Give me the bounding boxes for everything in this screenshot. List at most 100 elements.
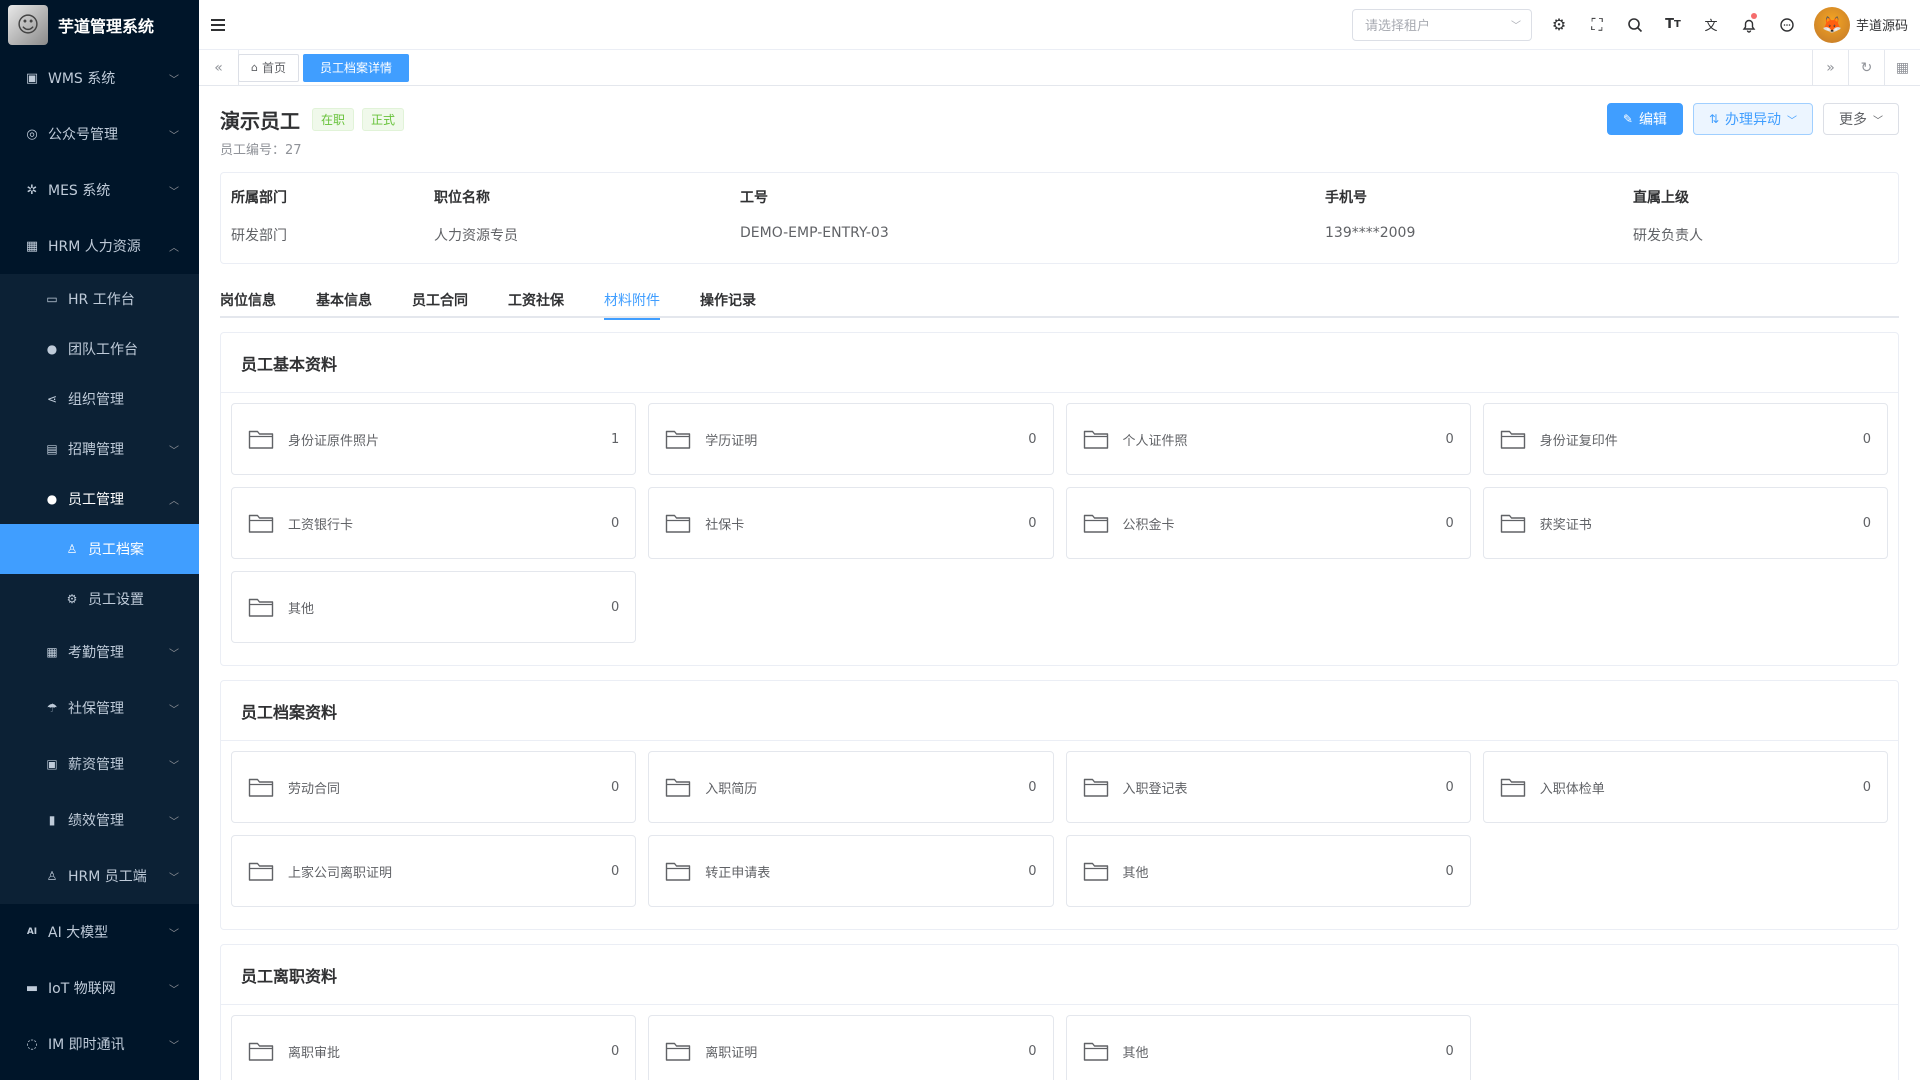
folder-icon <box>248 860 274 882</box>
attachment-folder-card[interactable]: 其他 0 <box>231 571 637 643</box>
submenu-employee-settings[interactable]: ⚙ 员工设置 <box>0 574 199 624</box>
chevron-down-icon: ﹀ <box>169 1040 179 1052</box>
menu-hrm[interactable]: ▦ HRM 人力资源 ︿ <box>0 218 199 274</box>
info-label: 工号 <box>740 190 768 206</box>
file-count: 0 <box>1028 515 1037 531</box>
submenu-label: 员工管理 <box>68 492 124 508</box>
attachment-folder-card[interactable]: 劳动合同 0 <box>231 751 637 823</box>
fullscreen-icon[interactable]: ⛶ <box>1578 0 1616 50</box>
app-logo-area[interactable]: ☺ 芋道管理系统 <box>0 0 199 50</box>
attachment-folder-card[interactable]: 转正申请表 0 <box>648 835 1054 907</box>
file-count: 0 <box>1028 1043 1037 1059</box>
tab-post-info[interactable]: 岗位信息 <box>220 282 276 318</box>
attachment-folder-card[interactable]: 离职证明 0 <box>648 1015 1054 1080</box>
grid-menu-icon[interactable]: ▦ <box>1884 50 1920 86</box>
menu-im[interactable]: ◌ IM 即时通讯 ﹀ <box>0 1016 199 1072</box>
more-button[interactable]: 更多 ﹀ <box>1823 103 1899 135</box>
info-code: 工号 DEMO-EMP-ENTRY-03 <box>740 187 889 241</box>
attachment-folder-card[interactable]: 个人证件照 0 <box>1065 403 1471 475</box>
edit-button[interactable]: ✎ 编辑 <box>1606 103 1683 135</box>
attachment-folder-card[interactable]: 上家公司离职证明 0 <box>231 835 637 907</box>
message-icon[interactable] <box>1768 0 1806 50</box>
file-count: 0 <box>1445 515 1454 531</box>
change-button[interactable]: ⇅ 办理异动 ﹀ <box>1692 103 1813 135</box>
info-value: 139****2009 <box>1325 225 1416 241</box>
tab-salary-social[interactable]: 工资社保 <box>508 282 564 318</box>
button-label: 编辑 <box>1638 112 1667 128</box>
menu-label: IM 即时通讯 <box>48 1037 125 1053</box>
attachment-folder-card[interactable]: 其他 0 <box>1065 835 1471 907</box>
submenu-employee[interactable]: ● 员工管理 ︿ <box>0 474 199 524</box>
user-name[interactable]: 芋道源码 <box>1856 15 1908 34</box>
submenu-recruit[interactable]: ▤ 招聘管理 ﹀ <box>0 424 199 474</box>
submenu-salary[interactable]: ▣ 薪资管理 ﹀ <box>0 736 199 792</box>
submenu-employee-profile[interactable]: ♙ 员工档案 <box>0 524 199 574</box>
tab-attachments[interactable]: 材料附件 <box>604 282 660 320</box>
tag-home[interactable]: ⌂ 首页 <box>238 53 299 82</box>
bell-icon[interactable] <box>1730 0 1768 50</box>
submenu-team-workbench[interactable]: ● 团队工作台 <box>0 324 199 374</box>
attachment-folder-card[interactable]: 公积金卡 0 <box>1065 487 1471 559</box>
attachment-folder-card[interactable]: 其他 0 <box>1065 1015 1471 1080</box>
attachment-folder-card[interactable]: 入职体检单 0 <box>1482 751 1888 823</box>
info-leader: 直属上级 研发负责人 <box>1633 187 1703 245</box>
section-title: 员工档案资料 <box>221 681 1898 741</box>
submenu-org[interactable]: ⋖ 组织管理 <box>0 374 199 424</box>
menu-ai[interactable]: AI AI 大模型 ﹀ <box>0 904 199 960</box>
avatar[interactable]: 🦊 <box>1813 6 1850 43</box>
menu-label: 公众号管理 <box>48 127 118 143</box>
submenu-attendance[interactable]: ▦ 考勤管理 ﹀ <box>0 624 199 680</box>
tenant-select[interactable]: 请选择租户 ﹀ <box>1351 8 1532 41</box>
folder-name: 入职体检单 <box>1539 781 1605 797</box>
attachment-folder-card[interactable]: 工资银行卡 0 <box>231 487 637 559</box>
attachment-folder-card[interactable]: 入职简历 0 <box>648 751 1054 823</box>
attachment-folder-card[interactable]: 获奖证书 0 <box>1482 487 1888 559</box>
folder-icon <box>665 512 691 534</box>
menu-mp[interactable]: ◎ 公众号管理 ﹀ <box>0 106 199 162</box>
chevron-down-icon: ﹀ <box>1510 21 1521 32</box>
edit-icon: ✎ <box>1622 112 1633 126</box>
submenu-social[interactable]: ☂ 社保管理 ﹀ <box>0 680 199 736</box>
refresh-icon[interactable]: ↻ <box>1848 50 1884 86</box>
gear-icon[interactable]: ⚙ <box>1540 0 1578 50</box>
user-outline-icon: ♙ <box>46 869 58 883</box>
folder-name: 获奖证书 <box>1539 517 1592 533</box>
submenu-label: 员工设置 <box>88 592 144 608</box>
attachment-sections: 员工基本资料 身份证原件照片 1 学历证明 0 个人证件照 0 身份证复印件 0 工资银行卡 0 社保… <box>220 332 1899 1080</box>
submenu-label: 考勤管理 <box>68 645 124 661</box>
scroll-left-icon[interactable]: « <box>199 49 239 86</box>
file-grid: 劳动合同 0 入职简历 0 入职登记表 0 入职体检单 0 上家公司离职证明 0 转正申请表 0 其他 0 <box>221 741 1898 929</box>
tag-employee-detail[interactable]: 员工档案详情 <box>303 53 410 82</box>
translate-icon[interactable]: 文 <box>1692 0 1730 50</box>
chevron-down-icon: ﹀ <box>169 760 179 772</box>
submenu-hr-workbench[interactable]: ▭ HR 工作台 <box>0 274 199 324</box>
menu-iot[interactable]: ▬ IoT 物联网 ﹀ <box>0 960 199 1016</box>
attachment-folder-card[interactable]: 离职审批 0 <box>231 1015 637 1080</box>
submenu-performance[interactable]: ▮ 绩效管理 ﹀ <box>0 792 199 848</box>
tab-contract[interactable]: 员工合同 <box>412 282 468 318</box>
sidebar: ☺ 芋道管理系统 ▣ WMS 系统 ﹀ ◎ 公众号管理 ﹀ ✲ MES 系统 ﹀… <box>0 0 199 1080</box>
attachment-folder-card[interactable]: 社保卡 0 <box>648 487 1054 559</box>
info-label: 手机号 <box>1325 190 1367 206</box>
attachment-section: 员工离职资料 离职审批 0 离职证明 0 其他 0 <box>220 944 1899 1080</box>
submenu-hrm-employee[interactable]: ♙ HRM 员工端 ﹀ <box>0 848 199 904</box>
attachment-folder-card[interactable]: 入职登记表 0 <box>1065 751 1471 823</box>
scroll-right-icon[interactable]: » <box>1812 50 1848 86</box>
file-count: 0 <box>610 1043 620 1059</box>
wallet-icon: ▣ <box>46 757 58 771</box>
main-content: 演示员工 在职 正式 ✎ 编辑 ⇅ 办理异动 ﹀ 更多 ﹀ 员工编号：27 所属… <box>199 87 1920 1080</box>
attachment-folder-card[interactable]: 学历证明 0 <box>648 403 1054 475</box>
tab-basic-info[interactable]: 基本信息 <box>316 282 372 318</box>
hamburger-icon[interactable] <box>211 15 231 35</box>
tab-operation-log[interactable]: 操作记录 <box>700 282 756 318</box>
font-size-icon[interactable]: TT <box>1654 0 1692 50</box>
menu-wms[interactable]: ▣ WMS 系统 ﹀ <box>0 50 199 106</box>
attachment-folder-card[interactable]: 身份证原件照片 1 <box>231 403 637 475</box>
file-count: 1 <box>610 431 620 447</box>
briefcase-icon: ▤ <box>46 442 58 456</box>
attachment-folder-card[interactable]: 身份证复印件 0 <box>1482 403 1888 475</box>
menu-mes[interactable]: ✲ MES 系统 ﹀ <box>0 162 199 218</box>
file-count: 0 <box>1862 779 1871 795</box>
file-count: 0 <box>610 515 620 531</box>
search-icon[interactable] <box>1616 0 1654 50</box>
